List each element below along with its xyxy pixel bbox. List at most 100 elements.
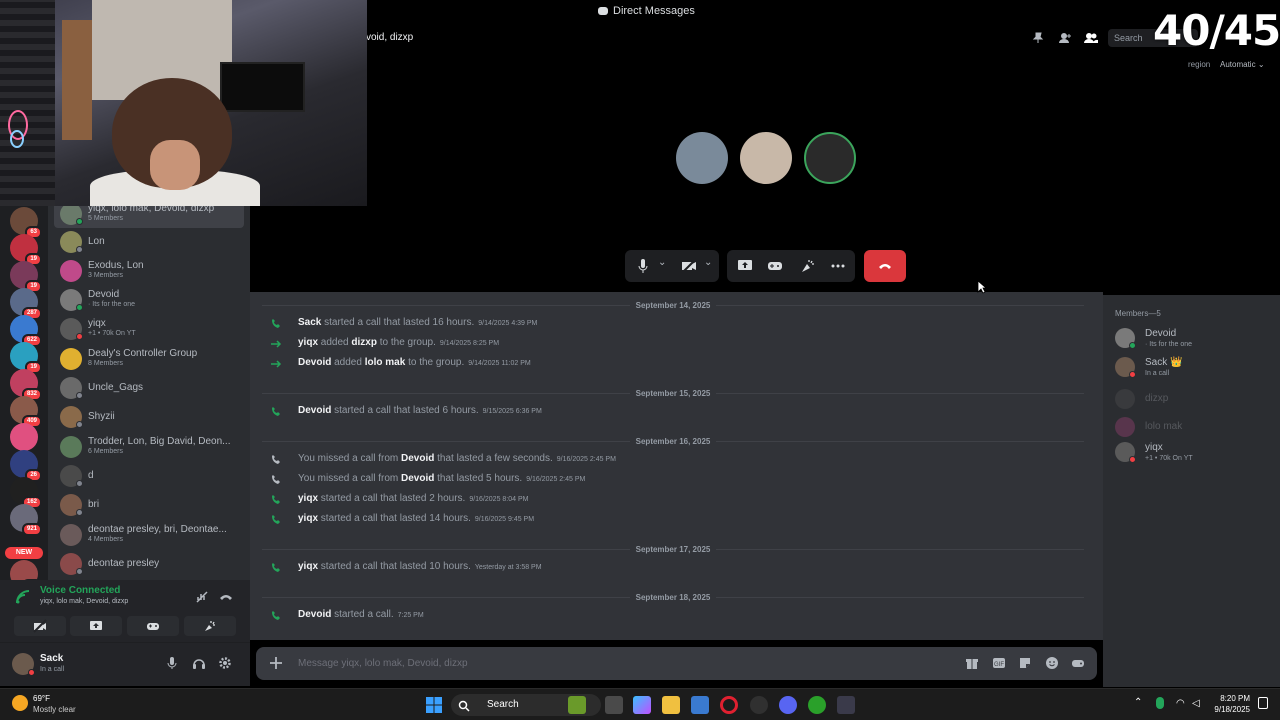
- server-icon[interactable]: [10, 423, 38, 451]
- server-icon[interactable]: 287: [10, 288, 42, 320]
- weather-icon[interactable]: [12, 695, 28, 711]
- app-launcher-icon[interactable]: [1071, 656, 1085, 670]
- camera-button[interactable]: [14, 616, 66, 636]
- notification-icon[interactable]: [1258, 697, 1268, 709]
- microphone-icon[interactable]: [166, 656, 178, 670]
- server-icon[interactable]: 19: [10, 342, 42, 374]
- emoji-icon[interactable]: [1045, 656, 1059, 670]
- message-author[interactable]: yiqx: [298, 493, 318, 504]
- add-friends-icon[interactable]: [1058, 32, 1072, 44]
- screen-share-button[interactable]: [70, 616, 122, 636]
- dm-item[interactable]: deontae presley: [54, 552, 244, 578]
- clock-time[interactable]: 8:20 PM: [1210, 694, 1250, 703]
- member-item[interactable]: Devoid · Its for the one: [1115, 326, 1275, 352]
- windows-start-icon[interactable]: [425, 696, 443, 714]
- dm-item[interactable]: bri: [54, 493, 244, 519]
- message-author[interactable]: yiqx: [298, 561, 318, 572]
- dm-item[interactable]: Uncle_Gags: [54, 376, 244, 402]
- call-participant-avatar[interactable]: [740, 132, 792, 184]
- message-author[interactable]: Devoid: [298, 405, 331, 416]
- more-options-icon[interactable]: [831, 264, 845, 268]
- message-author[interactable]: Devoid: [298, 609, 331, 620]
- dm-group-title[interactable]: void, dizxp: [366, 32, 413, 43]
- member-item[interactable]: dizxp: [1115, 387, 1275, 413]
- camera-off-icon[interactable]: [681, 258, 697, 274]
- message-timestamp[interactable]: 9/14/2025 4:39 PM: [478, 320, 537, 327]
- end-call-button[interactable]: [864, 250, 906, 282]
- message-timestamp[interactable]: 9/16/2025 2:45 PM: [557, 456, 616, 463]
- dm-item[interactable]: Exodus, Lon 3 Members: [54, 259, 244, 285]
- new-unreads-pill[interactable]: NEW: [5, 547, 43, 559]
- user-name[interactable]: Sack: [40, 653, 63, 664]
- server-icon[interactable]: 622: [10, 315, 42, 347]
- message-timestamp[interactable]: 7:25 PM: [398, 612, 424, 619]
- server-icon[interactable]: 19: [10, 234, 42, 266]
- message-timestamp[interactable]: Yesterday at 3:58 PM: [475, 564, 542, 571]
- message-author[interactable]: Devoid: [401, 473, 434, 484]
- member-item[interactable]: lolo mak: [1115, 415, 1275, 441]
- settings-gear-icon[interactable]: [218, 656, 232, 670]
- server-icon[interactable]: 921: [10, 504, 42, 536]
- dm-item[interactable]: Trodder, Lon, Big David, Deon... 6 Member…: [54, 435, 244, 461]
- dm-item[interactable]: yiqx +1 • 70k On YT: [54, 317, 244, 343]
- file-explorer-icon[interactable]: [662, 696, 680, 714]
- noise-suppression-icon[interactable]: [195, 590, 209, 604]
- dm-item[interactable]: d: [54, 464, 244, 490]
- message-author[interactable]: Devoid: [401, 453, 434, 464]
- store-icon[interactable]: [691, 696, 709, 714]
- soundboard-icon[interactable]: [800, 258, 816, 274]
- dm-item[interactable]: Lon: [54, 230, 244, 256]
- sticker-icon[interactable]: [1018, 656, 1032, 670]
- message-timestamp[interactable]: 9/16/2025 8:04 PM: [469, 496, 528, 503]
- gamepad-icon[interactable]: [767, 258, 783, 274]
- gif-icon[interactable]: GIF: [992, 656, 1006, 670]
- chevron-up-icon[interactable]: ⌃: [1134, 697, 1142, 708]
- clock-date[interactable]: 9/18/2025: [1200, 705, 1250, 714]
- message-author[interactable]: Sack: [298, 317, 321, 328]
- server-icon[interactable]: 19: [10, 261, 42, 293]
- message-author[interactable]: yiqx: [298, 513, 318, 524]
- message-author[interactable]: Devoid: [298, 357, 331, 368]
- voice-status-title[interactable]: Voice Connected: [40, 585, 120, 596]
- message-timestamp[interactable]: 9/15/2025 6:36 PM: [483, 408, 542, 415]
- video-options-chevron-icon[interactable]: ⌄: [704, 257, 712, 268]
- app-icon[interactable]: [837, 696, 855, 714]
- pin-icon[interactable]: [1032, 32, 1044, 44]
- call-participant-avatar[interactable]: [676, 132, 728, 184]
- member-list-icon[interactable]: [1084, 32, 1098, 44]
- message-timestamp[interactable]: 9/16/2025 2:45 PM: [526, 476, 585, 483]
- search-highlight-icon[interactable]: [568, 696, 586, 714]
- headphones-icon[interactable]: [192, 656, 206, 670]
- server-icon[interactable]: 409: [10, 396, 42, 428]
- server-icon[interactable]: 162: [10, 477, 42, 509]
- steam-icon[interactable]: [750, 696, 768, 714]
- message-input[interactable]: [298, 655, 898, 671]
- region-select[interactable]: Automatic ⌄: [1220, 60, 1265, 69]
- activity-button[interactable]: [127, 616, 179, 636]
- message-timestamp[interactable]: 9/16/2025 9:45 PM: [475, 516, 534, 523]
- xbox-icon[interactable]: [808, 696, 826, 714]
- dm-item[interactable]: Dealy's Controller Group 8 Members: [54, 347, 244, 373]
- message-target-user[interactable]: dizxp: [351, 337, 377, 348]
- dm-item[interactable]: deontae presley, bri, Deontae... 4 Member…: [54, 523, 244, 549]
- message-timestamp[interactable]: 9/14/2025 8:25 PM: [440, 340, 499, 347]
- microphone-icon[interactable]: [637, 258, 649, 274]
- add-attachment-icon[interactable]: [268, 655, 284, 671]
- server-icon[interactable]: 832: [10, 369, 42, 401]
- copilot-icon[interactable]: [633, 696, 651, 714]
- server-icon[interactable]: 63: [10, 207, 42, 239]
- message-target-user[interactable]: lolo mak: [365, 357, 406, 368]
- member-item[interactable]: Sack 👑 In a call: [1115, 355, 1275, 381]
- message-timestamp[interactable]: 9/14/2025 11:02 PM: [468, 360, 531, 367]
- signal-icon[interactable]: [15, 589, 31, 605]
- opera-icon[interactable]: [720, 696, 738, 714]
- discord-taskbar-icon[interactable]: [779, 696, 797, 714]
- volume-icon[interactable]: ◁: [1192, 698, 1200, 709]
- dm-item[interactable]: Shyzii: [54, 405, 244, 431]
- disconnect-icon[interactable]: [219, 592, 233, 602]
- soundboard-button[interactable]: [184, 616, 236, 636]
- weather-temperature[interactable]: 69°F: [33, 694, 50, 703]
- weather-description[interactable]: Mostly clear: [33, 705, 76, 714]
- wifi-icon[interactable]: ◠: [1176, 698, 1185, 709]
- message-author[interactable]: yiqx: [298, 337, 318, 348]
